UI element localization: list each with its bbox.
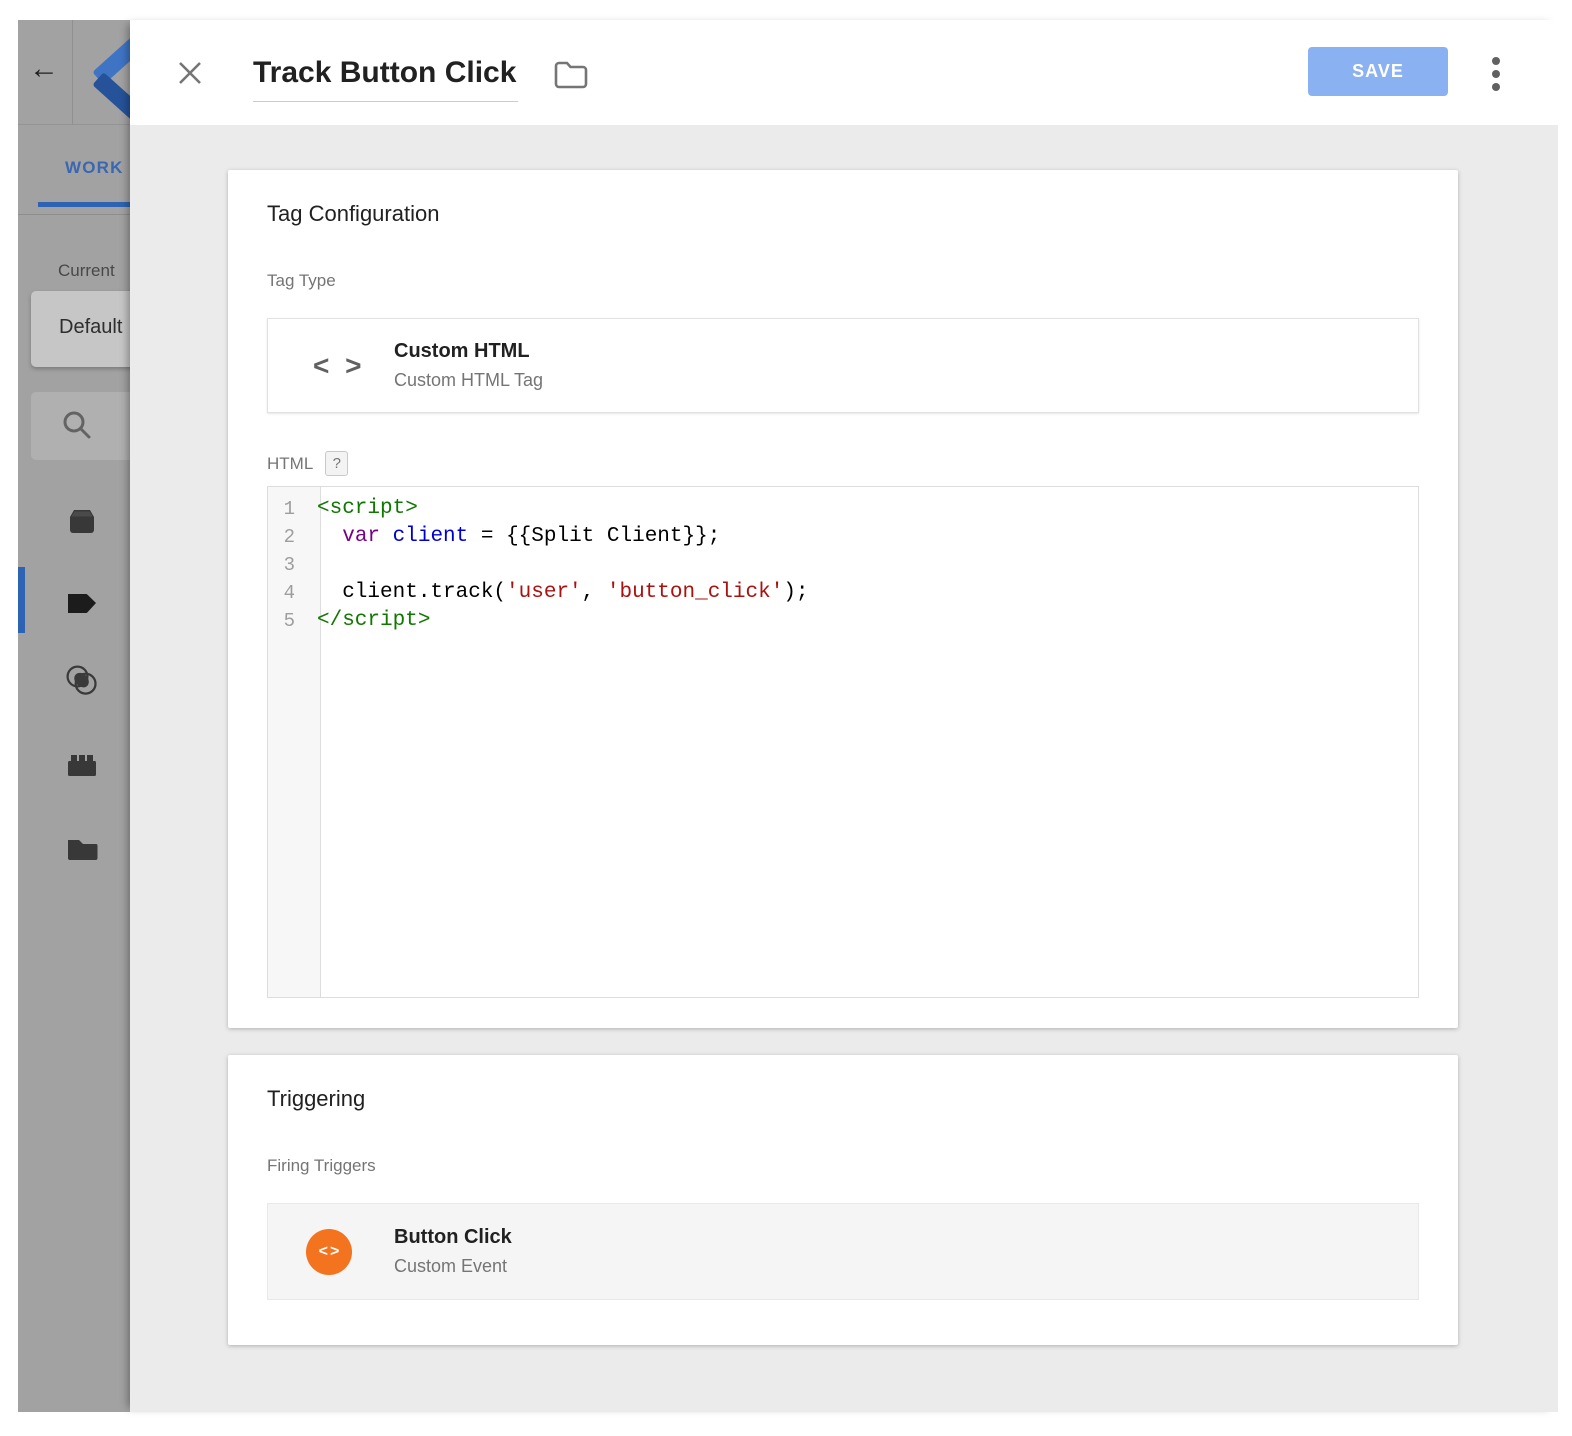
- tab-active-underline: [38, 202, 130, 207]
- tag-type-description: Custom HTML Tag: [394, 370, 543, 391]
- tab-workspace[interactable]: WORK: [65, 158, 124, 178]
- sidebar-item-tags[interactable]: [64, 586, 100, 622]
- dot: [1492, 70, 1500, 78]
- firing-triggers-label: Firing Triggers: [267, 1156, 1419, 1176]
- line-number: 1: [268, 495, 308, 523]
- folder-icon[interactable]: [553, 60, 589, 90]
- tag-name: Track Button Click: [253, 56, 516, 89]
- code-line: 3: [268, 551, 1418, 579]
- save-button[interactable]: SAVE: [1308, 47, 1448, 96]
- dialog-body: Tag Configuration Tag Type < > Custom HT…: [130, 125, 1558, 1412]
- code-rows: 1<script>2 var client = {{Split Client}}…: [268, 487, 1418, 635]
- tag-configuration-card: Tag Configuration Tag Type < > Custom HT…: [228, 170, 1458, 1028]
- line-number: 3: [268, 551, 308, 579]
- page: ← WORK Current Default: [0, 0, 1572, 1436]
- code-line: 4 client.track('user', 'button_click');: [268, 579, 1418, 607]
- code-line: 1<script>: [268, 495, 1418, 523]
- triggering-card: Triggering Firing Triggers <> Button Cli…: [228, 1055, 1458, 1345]
- gtm-logo-arm: [92, 72, 130, 123]
- html-code-editor[interactable]: 1<script>2 var client = {{Split Client}}…: [267, 486, 1419, 998]
- code-line: 5</script>: [268, 607, 1418, 635]
- sidebar-item-overview[interactable]: [64, 504, 100, 540]
- tag-type-selector[interactable]: < > Custom HTML Custom HTML Tag: [267, 318, 1419, 413]
- dialog-header: Track Button Click SAVE: [130, 20, 1558, 125]
- custom-event-icon: <>: [306, 1229, 352, 1275]
- close-icon[interactable]: [176, 59, 204, 87]
- back-arrow-icon[interactable]: ←: [29, 54, 59, 84]
- help-icon[interactable]: ?: [325, 451, 348, 476]
- tag-type-name: Custom HTML: [394, 340, 543, 363]
- active-nav-indicator: [18, 567, 25, 633]
- code-text: client.track('user', 'button_click');: [308, 579, 809, 607]
- angle-brackets-glyph: <>: [317, 1243, 342, 1261]
- app-topbar: ←: [18, 20, 130, 125]
- topbar-divider: [72, 20, 73, 125]
- workspace-tabstrip: WORK: [18, 125, 130, 215]
- workspace-name: Default: [59, 316, 122, 339]
- code-text: </script>: [308, 607, 430, 635]
- current-workspace-label: Current: [58, 261, 115, 281]
- triggering-heading: Triggering: [267, 1055, 1419, 1112]
- sidebar-item-folders[interactable]: [64, 832, 100, 868]
- trigger-text: Button Click Custom Event: [394, 1226, 512, 1277]
- html-field-row: HTML ?: [267, 450, 1419, 477]
- sidebar-item-variables[interactable]: [64, 748, 100, 784]
- line-number: 4: [268, 579, 308, 607]
- search-icon: [60, 408, 94, 442]
- sidebar-item-triggers[interactable]: [64, 663, 100, 699]
- line-number: 2: [268, 523, 308, 551]
- trigger-name: Button Click: [394, 1226, 512, 1249]
- dot: [1492, 57, 1500, 65]
- trigger-row[interactable]: <> Button Click Custom Event: [267, 1203, 1419, 1300]
- code-text: [308, 551, 317, 579]
- more-options-icon[interactable]: [1489, 57, 1503, 96]
- tag-name-field[interactable]: Track Button Click: [253, 54, 518, 102]
- search-input[interactable]: [31, 392, 130, 460]
- workspace-card[interactable]: Default: [31, 291, 130, 367]
- code-text: <script>: [308, 495, 418, 523]
- custom-html-icon: < >: [313, 350, 361, 382]
- dimmed-sidebar: ← WORK Current Default: [18, 20, 130, 1412]
- html-label: HTML: [267, 454, 313, 474]
- dot: [1492, 83, 1500, 91]
- gtm-logo-icon: [88, 42, 130, 106]
- line-number: 5: [268, 607, 308, 635]
- tag-type-text: Custom HTML Custom HTML Tag: [394, 340, 543, 391]
- trigger-type: Custom Event: [394, 1256, 512, 1277]
- code-text: var client = {{Split Client}};: [308, 523, 720, 551]
- tag-configuration-heading: Tag Configuration: [267, 170, 1419, 227]
- code-line: 2 var client = {{Split Client}};: [268, 523, 1418, 551]
- tag-type-label: Tag Type: [267, 271, 1419, 291]
- tag-editor-dialog: Track Button Click SAVE Tag Configuratio…: [130, 20, 1558, 1412]
